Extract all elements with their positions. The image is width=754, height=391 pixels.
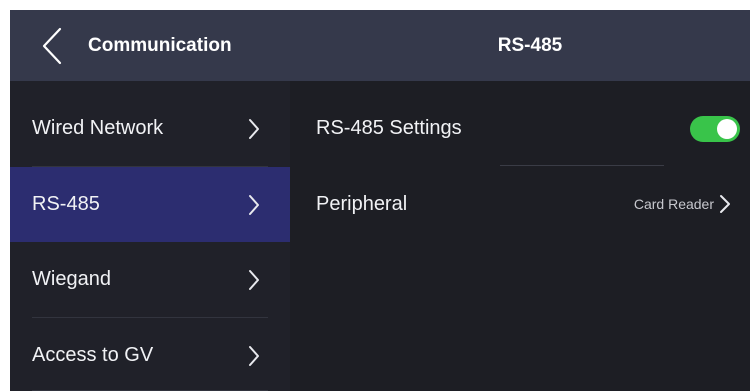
rs485-settings-row: RS-485 Settings xyxy=(290,91,750,166)
settings-panel: RS-485 Settings Peripheral Card Reader xyxy=(290,81,750,391)
chevron-right-icon xyxy=(249,195,259,215)
peripheral-row[interactable]: Peripheral Card Reader xyxy=(290,167,750,242)
sidebar-item-rs485[interactable]: RS-485 xyxy=(10,167,290,242)
page-title: RS-485 xyxy=(497,35,563,56)
peripheral-value: Card Reader xyxy=(633,196,714,212)
sidebar-item-wired-network[interactable]: Wired Network xyxy=(10,91,290,166)
sidebar-item-label: Wiegand xyxy=(32,268,111,290)
sidebar-item-wiegand[interactable]: Wiegand xyxy=(10,242,290,317)
chevron-right-icon xyxy=(720,195,730,213)
chevron-right-icon xyxy=(249,119,259,139)
rs485-toggle[interactable] xyxy=(690,116,740,142)
sidebar-item-access-to-gv[interactable]: Access to GV xyxy=(10,318,290,391)
sidebar: Wired Network RS-485 Wiegand Access to G… xyxy=(10,81,290,391)
peripheral-label: Peripheral xyxy=(316,193,408,215)
sidebar-item-label: RS-485 xyxy=(32,193,100,215)
chevron-right-icon xyxy=(249,346,259,366)
app-window: Communication RS-485 Wired Network RS-48… xyxy=(10,10,750,391)
sidebar-item-label: Wired Network xyxy=(32,117,164,139)
sidebar-item-label: Access to GV xyxy=(32,344,154,366)
chevron-right-icon xyxy=(249,270,259,290)
top-bar: Communication RS-485 xyxy=(10,10,750,81)
toggle-knob xyxy=(717,119,737,139)
divider xyxy=(500,165,664,166)
rs485-settings-label: RS-485 Settings xyxy=(316,117,462,139)
